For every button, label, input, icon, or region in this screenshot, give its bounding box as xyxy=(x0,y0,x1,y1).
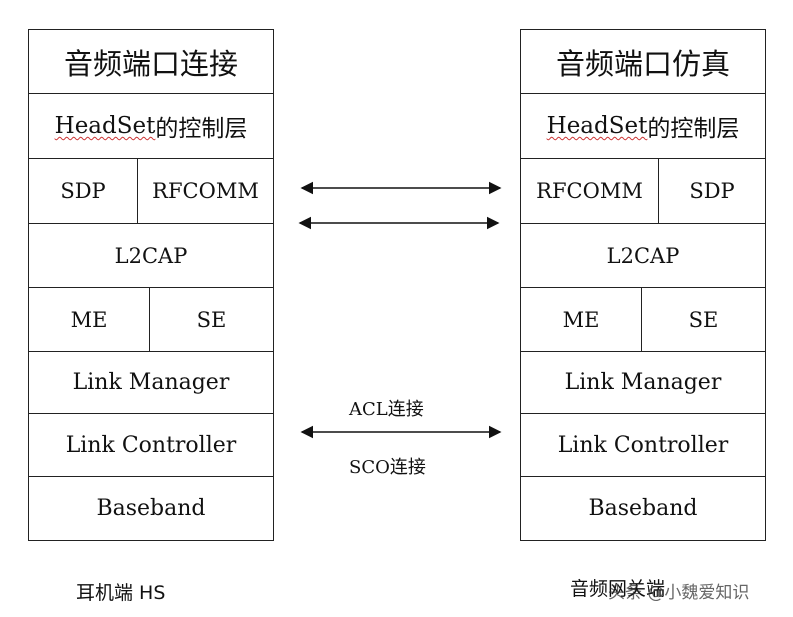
acl-link-label: ACL连接 xyxy=(349,395,424,421)
connection-arrows xyxy=(298,181,502,439)
acl-label-text: ACL连接 xyxy=(349,399,424,420)
watermark: 头条 @小魏爱知识 xyxy=(608,583,750,603)
sco-label-text: SCO连接 xyxy=(349,457,426,478)
sco-link-label: SCO连接 xyxy=(349,453,426,479)
left-caption: 耳机端 HS xyxy=(76,582,166,604)
